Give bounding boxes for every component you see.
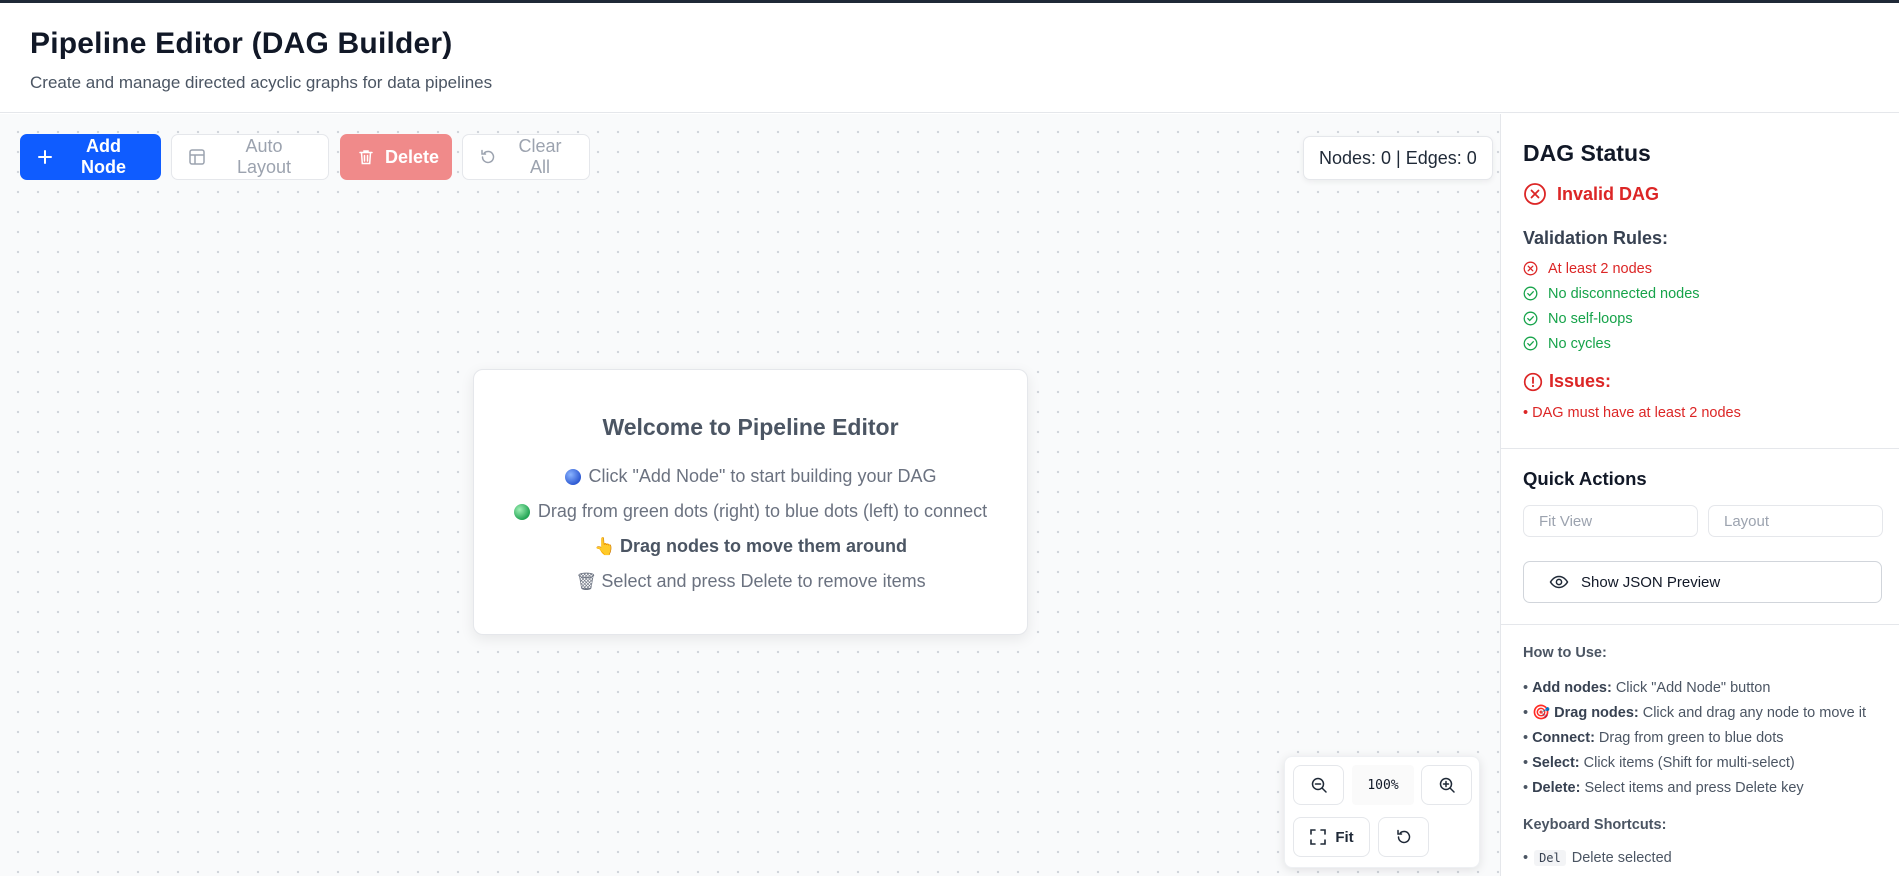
welcome-instructions: Click "Add Node" to start building your …	[474, 459, 1027, 599]
dag-status-title: DAG Status	[1523, 140, 1651, 166]
list-item: • 🎯 Drag nodes: Click and drag any node to…	[1523, 704, 1866, 722]
validation-rules-title: Validation Rules:	[1523, 228, 1669, 248]
reset-icon	[1396, 829, 1410, 844]
add-node-label: Add Node	[81, 136, 126, 177]
validation-rules: At least 2 nodes No disconnected nodes N…	[1523, 256, 1700, 356]
list-item: 🗑 Select and press Delete to remove items	[474, 564, 1027, 599]
fit-label: Fit	[1335, 828, 1354, 846]
zoom-in-icon	[1439, 777, 1455, 793]
welcome-card: Welcome to Pipeline Editor Click "Add No…	[473, 369, 1028, 635]
error-circle-icon	[1523, 261, 1538, 276]
list-item: 👆 Drag nodes to move them around	[474, 529, 1027, 564]
green-dot-icon	[513, 503, 530, 520]
status-sidebar: DAG Status Invalid DAG Validation Rules:…	[1500, 114, 1899, 876]
plus-icon	[38, 150, 52, 164]
list-item: • Add nodes: Click "Add Node" button	[1523, 679, 1771, 696]
graph-counter: Nodes: 0 | Edges: 0	[1303, 136, 1493, 180]
list-item: • Select: Click items (Shift for multi-se…	[1523, 754, 1795, 771]
welcome-title: Welcome to Pipeline Editor	[602, 414, 899, 440]
eye-icon	[1549, 575, 1569, 589]
check-circle-icon	[1523, 311, 1538, 326]
key-label: Del	[1534, 849, 1566, 866]
pointing-hand-icon: 👆	[593, 537, 616, 556]
list-item: Click "Add Node" to start building your …	[474, 459, 1027, 494]
how-to-use-list: • Add nodes: Click "Add Node" button • 🎯 D…	[1523, 675, 1866, 800]
check-circle-icon	[1523, 286, 1538, 301]
list-item: • DAG must have at least 2 nodes	[1523, 405, 1741, 421]
trash-icon	[359, 150, 373, 165]
layout-icon	[189, 149, 205, 165]
divider	[1501, 448, 1899, 449]
fullscreen-icon	[1310, 829, 1327, 845]
fit-button[interactable]: Fit	[1293, 817, 1370, 857]
how-to-use-title: How to Use:	[1523, 645, 1607, 661]
list-item: • Del Delete selected	[1523, 849, 1672, 866]
issues-title: Issues:	[1523, 371, 1611, 392]
alert-circle-icon	[1523, 372, 1543, 391]
auto-layout-button[interactable]: Auto Layout	[171, 134, 329, 180]
clear-all-button[interactable]: Clear All	[462, 134, 590, 180]
page-subtitle: Create and manage directed acyclic graph…	[30, 73, 493, 92]
quick-actions-title: Quick Actions	[1523, 468, 1647, 489]
list-item: At least 2 nodes	[1523, 256, 1700, 281]
reset-icon	[481, 149, 495, 164]
auto-layout-label: Auto Layout	[236, 136, 292, 177]
delete-button[interactable]: Delete	[340, 134, 452, 180]
page-title: Pipeline Editor (DAG Builder)	[30, 27, 453, 60]
check-circle-icon	[1523, 336, 1538, 351]
show-json-preview-button[interactable]: Show JSON Preview	[1523, 561, 1882, 603]
add-node-button[interactable]: Add Node	[20, 134, 161, 180]
zoom-out-button[interactable]	[1293, 765, 1344, 805]
error-circle-icon	[1524, 183, 1546, 205]
clear-all-label: Clear All	[518, 136, 562, 177]
issues-list: • DAG must have at least 2 nodes	[1523, 405, 1741, 421]
zoom-in-button[interactable]	[1421, 765, 1472, 805]
layout-button[interactable]: Layout	[1708, 505, 1883, 537]
status-text: Invalid DAG	[1557, 183, 1660, 204]
fit-view-button[interactable]: Fit View	[1523, 505, 1698, 537]
status-badge: Invalid DAG	[1523, 182, 1659, 206]
list-item: No disconnected nodes	[1523, 281, 1700, 306]
graph-canvas[interactable]: Add Node Auto Layout Delete Clear All No…	[0, 114, 1500, 876]
zoom-controls: 100% Fit	[1284, 756, 1480, 868]
list-item: Drag from green dots (right) to blue dot…	[474, 494, 1027, 529]
json-preview-label: Show JSON Preview	[1581, 573, 1721, 591]
target-icon: 🎯	[1532, 705, 1551, 721]
list-item: • Delete: Select items and press Delete k…	[1523, 779, 1804, 796]
zoom-out-icon	[1311, 777, 1327, 793]
delete-label: Delete	[385, 146, 440, 167]
divider	[1501, 624, 1899, 625]
reset-zoom-button[interactable]	[1378, 817, 1429, 857]
keyboard-shortcuts-title: Keyboard Shortcuts:	[1523, 817, 1667, 833]
blue-dot-icon	[564, 468, 581, 485]
list-item: No self-loops	[1523, 306, 1700, 331]
list-item: No cycles	[1523, 331, 1700, 356]
list-item: • Connect: Drag from green to blue dots	[1523, 729, 1784, 746]
keyboard-shortcuts-list: • Del Delete selected	[1523, 845, 1672, 870]
zoom-level: 100%	[1352, 765, 1414, 805]
page-header: Pipeline Editor (DAG Builder) Create and…	[0, 3, 1899, 113]
wastebasket-icon: 🗑	[575, 572, 598, 591]
